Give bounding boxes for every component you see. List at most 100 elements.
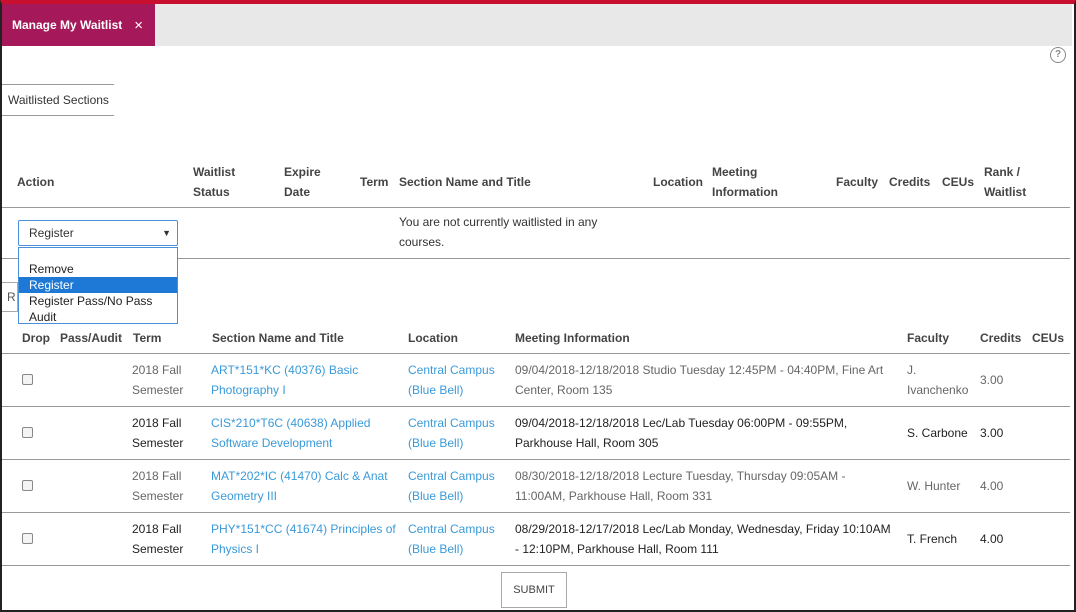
row-divider bbox=[2, 406, 1070, 407]
location-link-line-1: Central Campus bbox=[408, 522, 495, 536]
faculty-cell: W. Hunter bbox=[907, 476, 977, 496]
section-link-line-1: CIS*210*T6C (40638) Applied bbox=[211, 416, 371, 430]
term-cell-line-2: Semester bbox=[132, 383, 184, 397]
tab-manage-my-waitlist[interactable]: Manage My Waitlist × bbox=[2, 4, 155, 46]
meeting-cell-line-1: 08/29/2018-12/17/2018 Lec/Lab Monday, We… bbox=[515, 522, 891, 536]
location-link[interactable]: Central Campus (Blue Bell) bbox=[408, 360, 508, 400]
header-meeting: Meeting Information bbox=[515, 331, 630, 345]
submit-button[interactable]: SUBMIT bbox=[501, 572, 567, 608]
term-cell-line-1: 2018 Fall bbox=[132, 416, 182, 430]
header-pass-audit: Pass/Audit bbox=[60, 331, 123, 345]
header-drop: Drop bbox=[22, 331, 50, 345]
header-rank-1: Rank / bbox=[984, 165, 1021, 179]
term-cell: 2018 Fall Semester bbox=[132, 519, 207, 559]
faculty-cell: S. Carbone bbox=[907, 423, 977, 443]
term-cell-line-2: Semester bbox=[132, 542, 184, 556]
header-meeting-2: Information bbox=[712, 185, 778, 199]
dropdown-option[interactable]: Audit bbox=[19, 309, 177, 325]
term-cell: 2018 Fall Semester bbox=[132, 413, 207, 453]
section-link-line-2: Physics I bbox=[211, 542, 260, 556]
section-link-line-2: Software Development bbox=[211, 436, 333, 450]
action-select-value: Register bbox=[29, 226, 74, 240]
location-link[interactable]: Central Campus (Blue Bell) bbox=[408, 466, 508, 506]
section-link-line-1: ART*151*KC (40376) Basic bbox=[211, 363, 359, 377]
header-location: Location bbox=[408, 331, 458, 345]
action-dropdown-menu: Remove Register Register Pass/No Pass Audit bbox=[18, 247, 178, 324]
meeting-cell-line-2: 11:00AM, Parkhouse Hall, Room 331 bbox=[515, 489, 713, 503]
section-link[interactable]: ART*151*KC (40376) Basic Photography I bbox=[211, 360, 406, 400]
credits-cell: 4.00 bbox=[980, 532, 1004, 546]
section-link-line-1: PHY*151*CC (41674) Principles of bbox=[211, 522, 396, 536]
faculty-cell-line-1: J. bbox=[907, 363, 917, 377]
meeting-cell-line-2: Center, Room 135 bbox=[515, 383, 613, 397]
row-divider bbox=[2, 353, 1070, 354]
dropdown-option[interactable]: Remove bbox=[19, 261, 177, 277]
drop-checkbox[interactable] bbox=[22, 374, 33, 385]
term-cell-line-2: Semester bbox=[132, 436, 184, 450]
header-expire-2: Date bbox=[284, 185, 311, 199]
dropdown-option[interactable]: Register bbox=[19, 277, 177, 293]
section-link-line-1: MAT*202*IC (41470) Calc & Anat bbox=[211, 469, 388, 483]
empty-message-line-2: courses. bbox=[399, 235, 445, 249]
title-bar bbox=[2, 4, 1072, 46]
faculty-cell-line-2: Ivanchenko bbox=[907, 383, 969, 397]
dropdown-option[interactable]: Register Pass/No Pass bbox=[19, 293, 177, 309]
section-link[interactable]: PHY*151*CC (41674) Principles of Physics … bbox=[211, 519, 406, 559]
header-term: Term bbox=[133, 331, 162, 345]
section-link[interactable]: CIS*210*T6C (40638) Applied Software Deve… bbox=[211, 413, 406, 453]
header-credits: Credits bbox=[889, 175, 931, 189]
location-link-line-1: Central Campus bbox=[408, 469, 495, 483]
row-divider bbox=[2, 459, 1070, 460]
drop-checkbox[interactable] bbox=[22, 427, 33, 438]
header-waitlist-status-1: Waitlist bbox=[193, 165, 236, 179]
meeting-cell-line-2: - 12:10PM, Parkhouse Hall, Room 111 bbox=[515, 542, 719, 556]
section-link-line-2: Geometry III bbox=[211, 489, 278, 503]
tab-title: Manage My Waitlist bbox=[12, 18, 123, 32]
header-credits: Credits bbox=[980, 331, 1022, 345]
header-ceus: CEUs bbox=[942, 175, 975, 189]
meeting-cell-line-1: 08/30/2018-12/18/2018 Lecture Tuesday, T… bbox=[515, 469, 846, 483]
header-location: Location bbox=[653, 175, 703, 189]
location-link-line-2: (Blue Bell) bbox=[408, 489, 464, 503]
header-waitlist-status-2: Status bbox=[193, 185, 230, 199]
close-icon[interactable]: × bbox=[134, 17, 143, 34]
header-term: Term bbox=[360, 175, 389, 189]
empty-message: You are not currently waitlisted in any … bbox=[399, 212, 619, 252]
location-link[interactable]: Central Campus (Blue Bell) bbox=[408, 413, 508, 453]
term-cell-line-1: 2018 Fall bbox=[132, 469, 182, 483]
faculty-cell-line-1: W. Hunter bbox=[907, 479, 961, 493]
divider bbox=[2, 207, 1070, 208]
location-link-line-2: (Blue Bell) bbox=[408, 383, 464, 397]
location-link-line-2: (Blue Bell) bbox=[408, 542, 464, 556]
header-expire-1: Expire bbox=[284, 165, 321, 179]
empty-message-line-1: You are not currently waitlisted in any bbox=[399, 215, 598, 229]
location-link-line-2: (Blue Bell) bbox=[408, 436, 464, 450]
header-section: Section Name and Title bbox=[212, 331, 344, 345]
drop-checkbox[interactable] bbox=[22, 480, 33, 491]
meeting-cell: 08/30/2018-12/18/2018 Lecture Tuesday, T… bbox=[515, 466, 900, 506]
credits-cell: 3.00 bbox=[980, 426, 1004, 440]
header-action: Action bbox=[17, 175, 55, 189]
faculty-cell-line-1: T. French bbox=[907, 532, 958, 546]
credits-cell: 4.00 bbox=[980, 479, 1004, 493]
term-cell-line-1: 2018 Fall bbox=[132, 363, 182, 377]
credits-cell: 3.00 bbox=[980, 373, 1004, 387]
header-ceus: CEUs bbox=[1032, 331, 1065, 345]
meeting-cell: 08/29/2018-12/17/2018 Lec/Lab Monday, We… bbox=[515, 519, 900, 559]
action-select[interactable]: Register ▼ bbox=[18, 220, 178, 246]
header-rank-2: Waitlist bbox=[984, 185, 1027, 199]
drop-checkbox[interactable] bbox=[22, 533, 33, 544]
location-link[interactable]: Central Campus (Blue Bell) bbox=[408, 519, 508, 559]
header-meeting-1: Meeting bbox=[712, 165, 758, 179]
row-divider bbox=[2, 512, 1070, 513]
tab-waitlisted-sections[interactable]: Waitlisted Sections bbox=[2, 84, 114, 116]
section-link[interactable]: MAT*202*IC (41470) Calc & Anat Geometry I… bbox=[211, 466, 406, 506]
header-faculty: Faculty bbox=[836, 175, 879, 189]
meeting-cell: 09/04/2018-12/18/2018 Studio Tuesday 12:… bbox=[515, 360, 900, 400]
term-cell-line-2: Semester bbox=[132, 489, 184, 503]
hidden-select-behind: R bbox=[2, 282, 18, 312]
help-icon[interactable]: ? bbox=[1050, 47, 1066, 63]
meeting-cell-line-1: 09/04/2018-12/18/2018 Studio Tuesday 12:… bbox=[515, 363, 884, 377]
location-link-line-1: Central Campus bbox=[408, 363, 495, 377]
meeting-cell-line-2: Parkhouse Hall, Room 305 bbox=[515, 436, 659, 450]
